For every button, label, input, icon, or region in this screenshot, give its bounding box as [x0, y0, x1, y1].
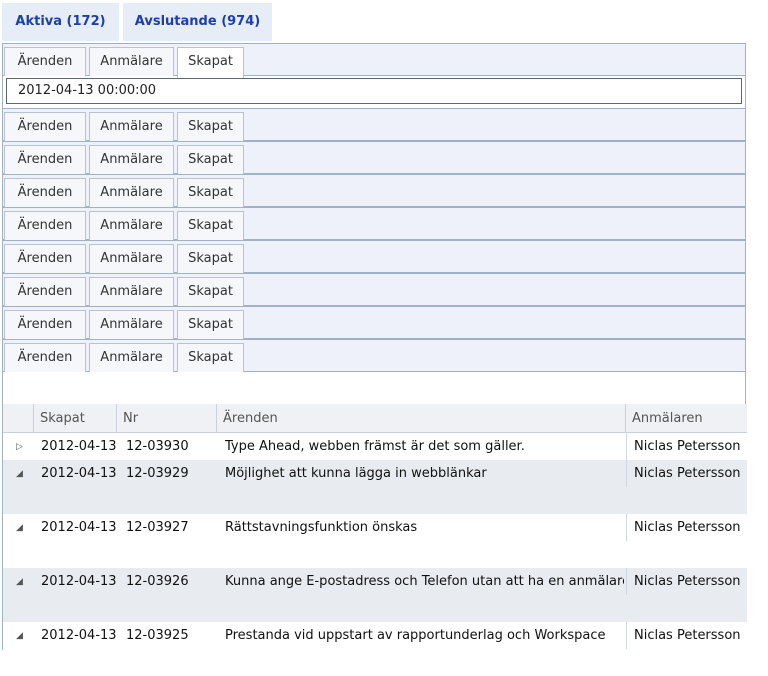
- expanded-triangle-icon[interactable]: ◢: [16, 568, 32, 595]
- column-header-arenden[interactable]: Ärenden: [217, 404, 626, 433]
- grid-header: Skapat Nr Ärenden Anmälaren: [3, 404, 747, 433]
- cell-anmalaren: Niclas Petersson: [634, 520, 741, 535]
- grid-header-expander: [3, 404, 34, 433]
- tab-skapat[interactable]: Skapat: [177, 343, 244, 372]
- expanded-triangle-icon[interactable]: ◢: [16, 514, 32, 541]
- tab-arenden[interactable]: Ärenden: [4, 244, 86, 273]
- tab-skapat[interactable]: Skapat: [177, 145, 244, 174]
- expanded-triangle-icon[interactable]: ◢: [16, 460, 32, 487]
- filter-tab-row: Ärenden Anmälare Skapat: [3, 273, 745, 306]
- table-row[interactable]: ◢ 2012-04-13 12-03929 Möjlighet att kunna l…: [3, 460, 747, 514]
- case-grid: Skapat Nr Ärenden Anmälaren ▷ 2012-04-13 1…: [3, 404, 747, 676]
- cell-skapat: 2012-04-13: [41, 574, 117, 589]
- tab-arenden[interactable]: Ärenden: [4, 343, 86, 372]
- filter-tab-row: Ärenden Anmälare Skapat: [3, 43, 745, 78]
- tab-skapat[interactable]: Skapat: [177, 47, 244, 78]
- table-row[interactable]: ◢ 2012-04-13 12-03927 Rättstavningsfunktion…: [3, 514, 747, 568]
- filter-tab-row: Ärenden Anmälare Skapat: [3, 207, 745, 240]
- tab-skapat[interactable]: Skapat: [177, 310, 244, 339]
- cell-anmalaren: Niclas Petersson: [634, 466, 741, 481]
- filter-panel: Ärenden Anmälare Skapat 2012-04-13 00:00…: [2, 43, 747, 676]
- date-filter-box: 2012-04-13 00:00:00: [3, 76, 745, 108]
- tab-anmalare[interactable]: Anmälare: [89, 211, 174, 240]
- table-row[interactable]: ▷ 2012-04-13 12-03930 Type Ahead, webben fr…: [3, 433, 747, 460]
- column-header-anmalaren[interactable]: Anmälaren: [626, 404, 747, 433]
- top-tab-bar: Aktiva (172) Avslutande (974): [0, 0, 768, 44]
- tab-skapat[interactable]: Skapat: [177, 211, 244, 240]
- table-row[interactable]: ◢ 2012-04-13 12-03925 Prestanda vid uppstar…: [3, 622, 747, 676]
- table-row[interactable]: ◢ 2012-04-13 12-03926 Kunna ange E-postadre…: [3, 568, 747, 622]
- cell-anmalaren: Niclas Petersson: [634, 628, 741, 643]
- tab-arenden[interactable]: Ärenden: [4, 277, 86, 306]
- tab-arenden[interactable]: Ärenden: [4, 211, 86, 240]
- cell-nr: 12-03930: [126, 439, 189, 454]
- tab-arenden[interactable]: Ärenden: [4, 112, 86, 141]
- cell-skapat: 2012-04-13: [41, 520, 117, 535]
- tab-skapat[interactable]: Skapat: [177, 244, 244, 273]
- tab-arenden[interactable]: Ärenden: [4, 145, 86, 174]
- cell-anmalaren: Niclas Petersson: [634, 439, 741, 454]
- cell-nr: 12-03929: [126, 466, 189, 481]
- cell-nr: 12-03926: [126, 574, 189, 589]
- cell-arenden: Prestanda vid uppstart av rapportunderla…: [225, 628, 606, 643]
- cell-nr: 12-03927: [126, 520, 189, 535]
- grid-body: ▷ 2012-04-13 12-03930 Type Ahead, webben fr…: [3, 433, 747, 676]
- tab-anmalare[interactable]: Anmälare: [89, 47, 174, 76]
- tab-anmalare[interactable]: Anmälare: [89, 112, 174, 141]
- filter-tab-row: Ärenden Anmälare Skapat: [3, 306, 745, 339]
- filter-tab-row: Ärenden Anmälare Skapat: [3, 240, 745, 273]
- cell-arenden: Type Ahead, webben främst är det som gäl…: [225, 439, 525, 454]
- tab-anmalare[interactable]: Anmälare: [89, 343, 174, 372]
- cell-skapat: 2012-04-13: [41, 466, 117, 481]
- tab-aktiva[interactable]: Aktiva (172): [2, 3, 119, 41]
- tab-anmalare[interactable]: Anmälare: [89, 277, 174, 306]
- collapsed-triangle-icon[interactable]: ▷: [16, 433, 32, 460]
- tab-anmalare[interactable]: Anmälare: [89, 145, 174, 174]
- cell-nr: 12-03925: [126, 628, 189, 643]
- cell-anmalaren: Niclas Petersson: [634, 574, 741, 589]
- tab-avslutande[interactable]: Avslutande (974): [123, 3, 272, 41]
- cell-arenden: Kunna ange E-postadress och Telefon utan…: [225, 574, 624, 589]
- cell-skapat: 2012-04-13: [41, 439, 117, 454]
- tab-anmalare[interactable]: Anmälare: [89, 244, 174, 273]
- tab-skapat[interactable]: Skapat: [177, 112, 244, 141]
- filter-tab-row: Ärenden Anmälare Skapat: [3, 339, 745, 372]
- column-header-skapat[interactable]: Skapat: [34, 404, 117, 433]
- filter-tab-row: Ärenden Anmälare Skapat: [3, 174, 745, 207]
- column-header-nr[interactable]: Nr: [117, 404, 217, 433]
- cell-skapat: 2012-04-13: [41, 628, 117, 643]
- tab-arenden[interactable]: Ärenden: [4, 47, 86, 76]
- cell-arenden: Rättstavningsfunktion önskas: [225, 520, 418, 535]
- cell-arenden: Möjlighet att kunna lägga in webblänkar: [225, 466, 487, 481]
- tab-arenden[interactable]: Ärenden: [4, 178, 86, 207]
- filter-tab-row: Ärenden Anmälare Skapat: [3, 141, 745, 174]
- tab-anmalare[interactable]: Anmälare: [89, 310, 174, 339]
- tab-anmalare[interactable]: Anmälare: [89, 178, 174, 207]
- expanded-triangle-icon[interactable]: ◢: [16, 622, 32, 649]
- tab-skapat[interactable]: Skapat: [177, 277, 244, 306]
- filter-tab-row: Ärenden Anmälare Skapat: [3, 108, 745, 141]
- tab-arenden[interactable]: Ärenden: [4, 310, 86, 339]
- date-filter-input[interactable]: 2012-04-13 00:00:00: [6, 78, 742, 104]
- tab-skapat[interactable]: Skapat: [177, 178, 244, 207]
